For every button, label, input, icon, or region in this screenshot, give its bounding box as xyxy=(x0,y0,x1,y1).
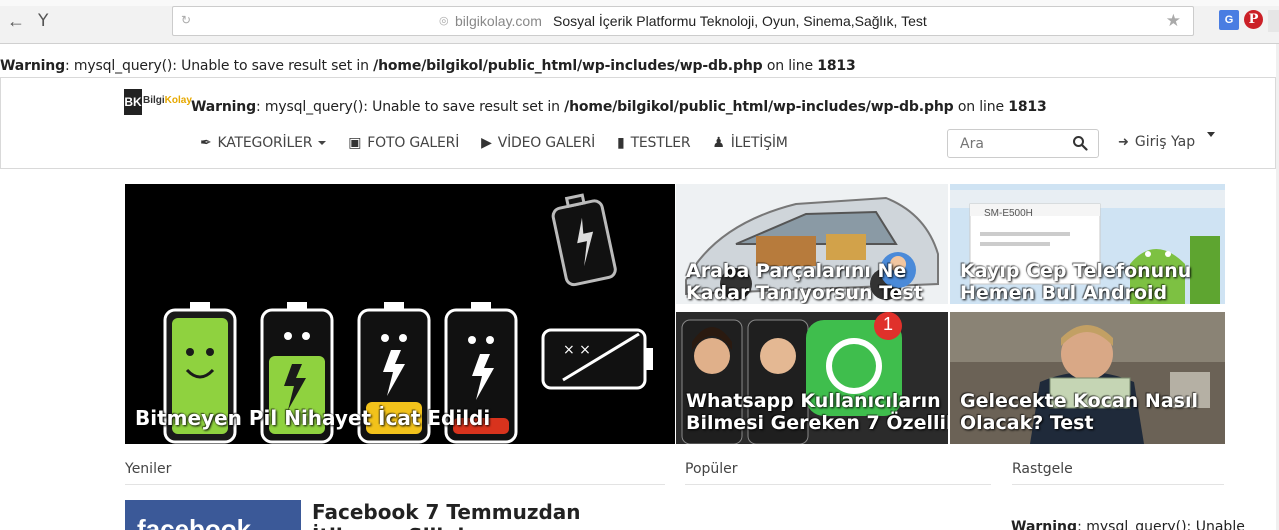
comment-icon: ▮ xyxy=(617,135,625,151)
google-translate-icon[interactable]: G xyxy=(1219,10,1239,30)
hero-tile-whatsapp[interactable]: 1 Whatsapp Kullanıcıların Bilmesi Gereke… xyxy=(676,312,948,444)
tile-title: Kayıp Cep Telefonunu Hemen Bul Android xyxy=(960,260,1191,304)
section-divider xyxy=(685,484,991,485)
photos-icon: ▣ xyxy=(348,135,362,151)
search-icon[interactable] xyxy=(1072,135,1088,151)
bookmark-star-icon[interactable]: ★ xyxy=(1166,11,1181,31)
tile-title-line: Hemen Bul Android xyxy=(960,282,1168,304)
article-title[interactable]: Facebook 7 Temmuzdan İtibaren Siliniyor xyxy=(312,500,672,530)
play-icon: ▶ xyxy=(481,135,492,151)
user-icon: ♟ xyxy=(712,135,725,151)
logo-text: BilgiKolay xyxy=(143,95,192,106)
php-warning-header: Warning: mysql_query(): Unable to save r… xyxy=(191,99,1047,115)
article-thumbnail[interactable]: facebook xyxy=(125,500,301,530)
logo-text-a: Bilgi xyxy=(143,95,165,106)
warning-online: on line xyxy=(953,99,1009,115)
php-warning-sidebar: Warning: mysql_query(): Unable xyxy=(1011,519,1245,530)
warning-label: Warning xyxy=(1011,519,1078,530)
tile-title-line: Kadar Tanıyorsun Test xyxy=(686,282,923,304)
hero-main-title[interactable]: Bitmeyen Pil Nihayet İcat Edildi xyxy=(135,407,490,429)
notification-badge: 1 xyxy=(882,314,893,334)
pinterest-icon[interactable]: P xyxy=(1244,10,1263,29)
menu-iletisim[interactable]: ♟ İLETİŞİM xyxy=(712,135,788,151)
tile-title-line: Whatsapp Kullanıcıların xyxy=(686,390,941,412)
browser-menu-button[interactable] xyxy=(1268,10,1279,32)
url-domain: bilgikolay.com xyxy=(455,13,542,29)
login-label: Giriş Yap xyxy=(1134,134,1196,150)
hero-tile-future-husband[interactable]: Gelecekte Kocan Nasıl Olacak? Test xyxy=(950,312,1225,444)
section-populer-title: Popüler xyxy=(685,461,738,477)
tile-title-line: Olacak? Test xyxy=(960,412,1094,434)
warning-line: 1813 xyxy=(817,58,856,74)
warning-text: : mysql_query(): Unable xyxy=(1077,519,1245,530)
warning-path: /home/bilgikol/public_html/wp-includes/w… xyxy=(564,99,954,115)
logo-mark: BK xyxy=(124,89,142,115)
php-warning: Warning: mysql_query(): Unable to save r… xyxy=(0,58,856,74)
chevron-down-icon[interactable] xyxy=(1207,132,1215,137)
site-logo[interactable]: BK BilgiKolay xyxy=(124,89,192,115)
search-box xyxy=(947,129,1099,158)
tile-title: Whatsapp Kullanıcıların Bilmesi Gereken … xyxy=(686,390,948,434)
menu-foto-galeri[interactable]: ▣ FOTO GALERİ xyxy=(348,135,459,151)
warning-label: Warning xyxy=(191,99,256,115)
chevron-down-icon xyxy=(318,141,327,145)
warning-text: : mysql_query(): Unable to save result s… xyxy=(65,58,374,74)
warning-label: Warning xyxy=(0,58,65,74)
menu-label: İLETİŞİM xyxy=(730,135,788,151)
menu-kategoriler[interactable]: ✒ KATEGORİLER xyxy=(200,135,327,151)
hero-main-tile[interactable]: × × Bitmeyen Pil Nihayet İcat Edildi xyxy=(125,184,675,444)
menu-label: TESTLER xyxy=(630,135,691,151)
section-yeniler-title: Yeniler xyxy=(125,461,172,477)
hero-tile-car-parts[interactable]: Araba Parçalarını Ne Kadar Tanıyorsun Te… xyxy=(676,184,948,304)
warning-line: 1813 xyxy=(1008,99,1047,115)
tile-title-line: Bilmesi Gereken 7 Özellik xyxy=(686,412,948,434)
menu-label: FOTO GALERİ xyxy=(367,135,460,151)
menu-label: VİDEO GALERİ xyxy=(497,135,596,151)
phone-model-label: SM-E500H xyxy=(984,208,1033,219)
warning-online: on line xyxy=(762,58,818,74)
search-input[interactable] xyxy=(949,131,1067,156)
menu-label: KATEGORİLER xyxy=(217,135,313,151)
section-divider xyxy=(125,484,665,485)
menu-video-galeri[interactable]: ▶ VİDEO GALERİ xyxy=(481,135,595,151)
warning-text: : mysql_query(): Unable to save result s… xyxy=(256,99,565,115)
tile-title-line: Araba Parçalarını Ne xyxy=(686,260,907,282)
arrow-left-icon[interactable]: ← xyxy=(6,10,26,32)
hero-tile-android[interactable]: SM-E500H Kayıp Cep Telefonunu Hemen Bul … xyxy=(950,184,1225,304)
wrench-icon: ✒ xyxy=(200,135,212,151)
browser-toolbar: ← Y ↻ ◎ bilgikolay.com Sosyal İçerik Pla… xyxy=(0,0,1279,44)
login-link[interactable]: ➜ Giriş Yap xyxy=(1118,134,1195,150)
globe-icon: ◎ xyxy=(439,15,449,27)
page-title: Sosyal İçerik Platformu Teknoloji, Oyun,… xyxy=(553,13,927,29)
tile-title: Araba Parçalarını Ne Kadar Tanıyorsun Te… xyxy=(686,260,923,304)
tile-title-line: Gelecekte Kocan Nasıl xyxy=(960,390,1198,412)
menu-testler[interactable]: ▮ TESTLER xyxy=(617,135,691,151)
svg-text:× ×: × × xyxy=(563,342,591,358)
extension-glyph[interactable]: Y xyxy=(38,10,48,32)
section-divider xyxy=(1012,484,1224,485)
facebook-logo: facebook xyxy=(137,514,252,530)
sign-in-icon: ➜ xyxy=(1118,134,1129,150)
tile-title: Gelecekte Kocan Nasıl Olacak? Test xyxy=(960,390,1198,434)
tile-title-line: Kayıp Cep Telefonunu xyxy=(960,260,1192,282)
logo-text-b: Kolay xyxy=(164,95,192,106)
battery-illustration: × × xyxy=(125,184,675,444)
reload-icon[interactable]: ↻ xyxy=(181,13,191,27)
section-rastgele-title: Rastgele xyxy=(1012,461,1073,477)
main-menu: ✒ KATEGORİLER ▣ FOTO GALERİ ▶ VİDEO GALE… xyxy=(200,132,810,154)
address-bar[interactable]: ↻ ◎ bilgikolay.com Sosyal İçerik Platfor… xyxy=(172,6,1194,36)
warning-path: /home/bilgikol/public_html/wp-includes/w… xyxy=(373,58,763,74)
